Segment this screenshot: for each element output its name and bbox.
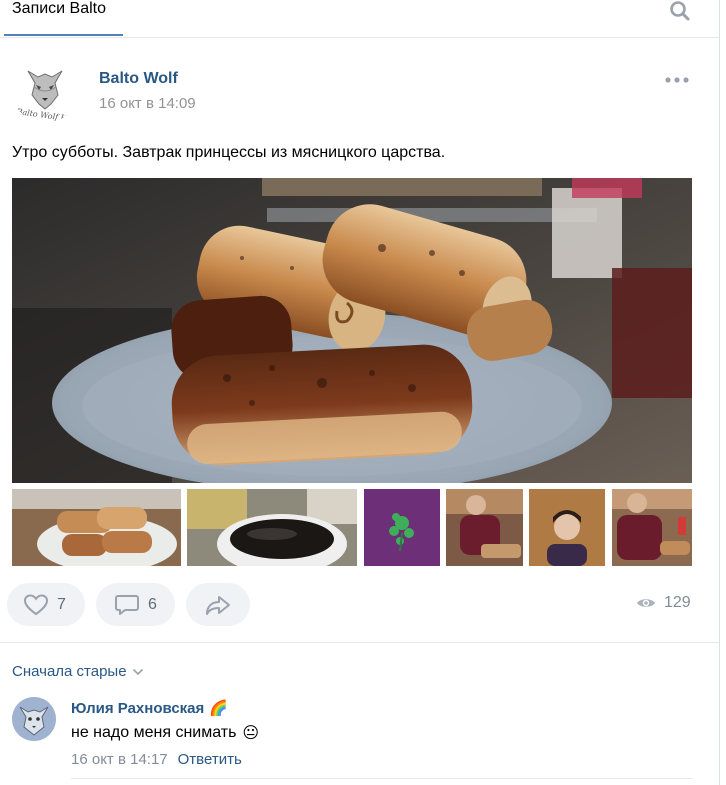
person-table-image [446,489,523,566]
comment-text: не надо меня снимать 😐 [71,723,259,743]
tab-posts[interactable]: Записи Balto [12,0,106,18]
commenter-avatar[interactable] [12,697,56,741]
person-eating-image [612,489,692,566]
comment-button[interactable]: 6 [96,583,175,626]
post-author[interactable]: Balto Wolf [99,70,178,88]
content-border [719,0,720,785]
post-date[interactable]: 16 окт в 14:09 [99,95,196,112]
share-button[interactable] [186,583,250,626]
author-avatar[interactable]: Balto Wolf HD [12,57,78,123]
comments-sort-dropdown[interactable]: Сначала старые [12,663,144,680]
tab-bar: Записи Balto [0,0,719,38]
search-button[interactable] [668,0,696,22]
comments-count: 6 [148,595,157,613]
photo-thumbnail[interactable] [364,489,440,566]
coffee-cup-image [187,489,357,566]
main-photo[interactable] [12,178,692,483]
share-arrow-icon [206,595,230,615]
comments-divider [0,642,719,643]
views-counter: 129 [636,594,691,612]
chevron-down-icon [132,668,143,675]
comment-text-content: не надо меня снимать [71,724,237,741]
photo-thumbnail[interactable] [446,489,523,566]
neutral-face-icon: 😐 [242,725,260,742]
post-menu-button[interactable] [664,72,690,88]
likes-count: 7 [57,595,66,613]
wolf-avatar-image [12,697,56,741]
photo-thumbnail[interactable] [12,489,181,566]
food-photo-image [12,178,692,483]
like-button[interactable]: 7 [7,583,85,626]
views-count: 129 [664,594,691,611]
post-text: Утро субботы. Завтрак принцессы из мясни… [12,144,446,161]
rolls-plate-image [12,489,181,566]
tab-active-indicator [4,34,123,36]
comment-meta: 16 окт в 14:17 Ответить [71,751,242,768]
brooch-image [364,489,440,566]
person-portrait-image [529,489,605,566]
comment-author-name: Юлия Рахновская [71,699,205,717]
search-icon [670,1,690,21]
comment-date[interactable]: 16 окт в 14:17 [71,751,168,768]
sort-label: Сначала старые [12,663,127,680]
comment-bubble-icon [115,594,139,615]
comment-divider [71,778,692,779]
heart-icon [23,593,49,615]
reply-button[interactable]: Ответить [178,751,242,768]
comment-author[interactable]: Юлия Рахновская 🌈 [71,699,228,718]
more-dots-icon [665,77,689,83]
wolf-logo-icon: Balto Wolf HD [13,58,77,123]
photo-thumbnail[interactable] [529,489,605,566]
eye-icon [637,599,655,607]
rainbow-icon: 🌈 [209,700,228,717]
photo-thumbnail[interactable] [612,489,692,566]
photo-thumbnail[interactable] [187,489,357,566]
